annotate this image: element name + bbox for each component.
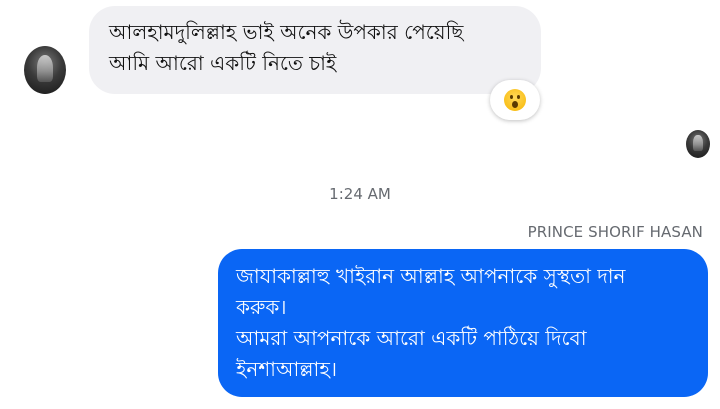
incoming-message-line: আমি আরো একটি নিতে চাই [109,51,337,75]
avatar-photo [693,135,703,152]
outgoing-message-line: জাযাকাল্লাহু খাইরান আল্লাহ আপনাকে সুস্থত… [236,264,626,288]
sender-name: PRINCE SHORIF HASAN [527,223,703,241]
outgoing-message-line: ইনশাআল্লাহ। [236,357,337,381]
contact-avatar[interactable] [24,46,66,94]
outgoing-message-line: আমরা আপনাকে আরো একটি পাঠিয়ে দিবো [236,326,587,350]
incoming-message-line: আলহামদুলিল্লাহ ভাই অনেক উপকার পেয়েছি [109,20,464,44]
outgoing-message-line: করুক। [236,295,287,319]
avatar-photo [36,54,54,83]
astonished-face-icon [504,89,526,111]
message-reaction[interactable] [490,80,540,120]
message-timestamp: 1:24 AM [329,185,391,203]
chat-thread: আলহামদুলিল্লাহ ভাই অনেক উপকার পেয়েছি আম… [0,0,720,409]
incoming-message-bubble[interactable]: আলহামদুলিল্লাহ ভাই অনেক উপকার পেয়েছি আম… [89,6,541,94]
read-receipt-avatar [686,130,710,158]
outgoing-message-bubble[interactable]: জাযাকাল্লাহু খাইরান আল্লাহ আপনাকে সুস্থত… [218,249,708,397]
